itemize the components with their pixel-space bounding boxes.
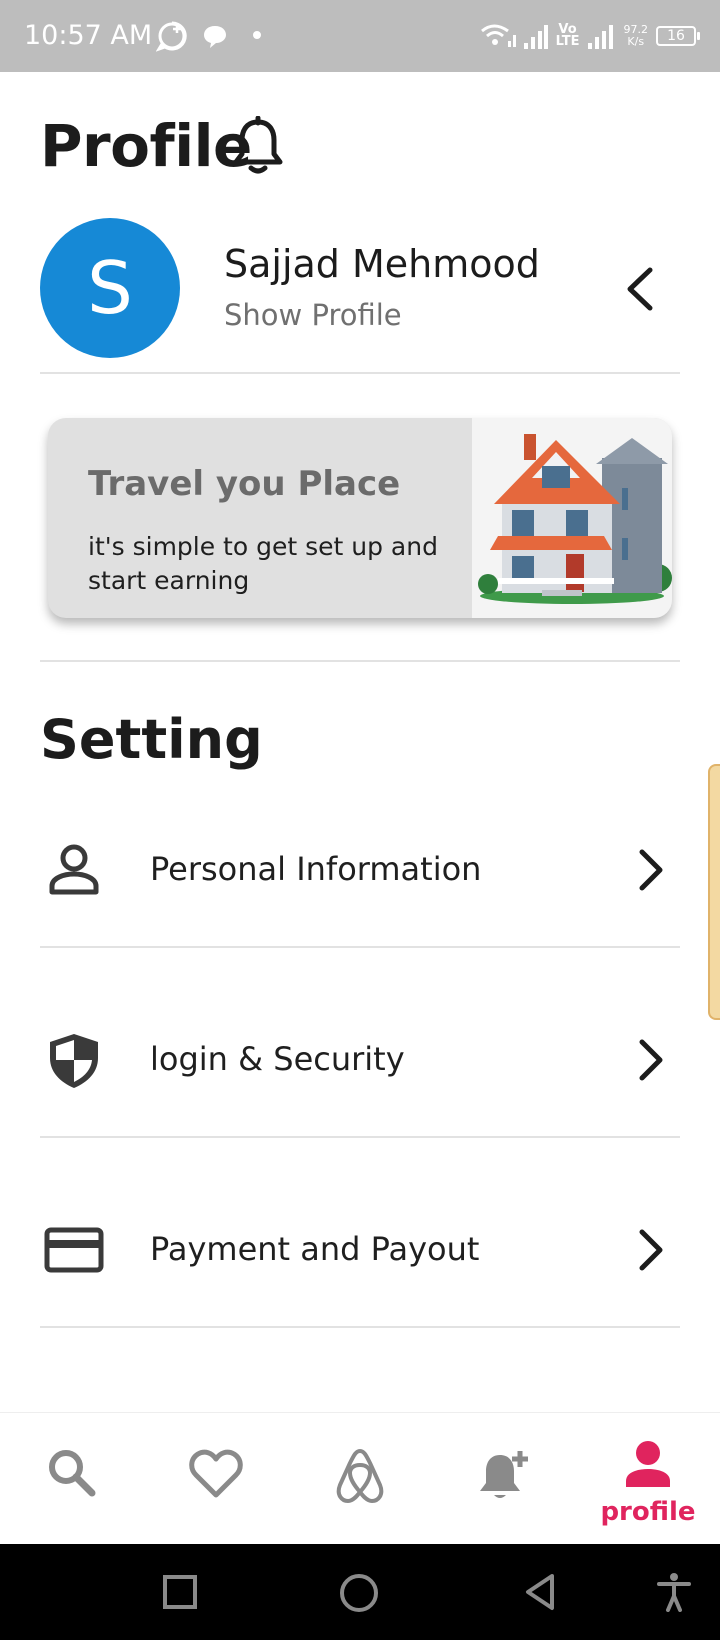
nav-notifications[interactable] bbox=[432, 1413, 576, 1545]
home-circle-icon[interactable] bbox=[338, 1572, 380, 1614]
chevron-right-icon bbox=[639, 1039, 663, 1081]
wifi-icon bbox=[480, 24, 516, 47]
dot-icon bbox=[253, 31, 261, 39]
setting-payment-payout[interactable]: Payment and Payout bbox=[40, 1200, 680, 1300]
setting-label: Payment and Payout bbox=[150, 1230, 480, 1268]
recents-square-icon[interactable] bbox=[160, 1572, 200, 1612]
nav-profile[interactable]: profile bbox=[576, 1413, 720, 1545]
nav-profile-label: profile bbox=[600, 1497, 696, 1527]
promo-title: Travel you Place bbox=[88, 464, 401, 504]
accessibility-icon[interactable] bbox=[656, 1572, 692, 1612]
divider bbox=[40, 946, 680, 948]
profile-name: Sajjad Mehmood bbox=[224, 242, 540, 286]
scrollbar-thumb[interactable] bbox=[708, 764, 720, 1020]
page-title: Profile bbox=[40, 112, 252, 180]
bell-icon[interactable] bbox=[230, 116, 286, 176]
nav-explore[interactable] bbox=[288, 1413, 432, 1545]
chat-bubble-icon bbox=[204, 26, 226, 48]
setting-label: Personal Information bbox=[150, 850, 482, 888]
nav-wishlist[interactable] bbox=[144, 1413, 288, 1545]
network-speed-unit: K/s bbox=[627, 35, 645, 48]
signal-icon bbox=[523, 25, 548, 49]
notification-add-icon bbox=[480, 1451, 528, 1498]
setting-login-security[interactable]: login & Security bbox=[40, 1010, 680, 1110]
shield-icon bbox=[50, 1034, 98, 1088]
divider bbox=[40, 1136, 680, 1138]
nav-search[interactable] bbox=[0, 1413, 144, 1545]
promo-card[interactable]: Travel you Place it's simple to get set … bbox=[48, 418, 672, 618]
whatsapp-icon bbox=[156, 21, 187, 52]
setting-label: login & Security bbox=[150, 1040, 405, 1078]
airbnb-logo-icon bbox=[336, 1449, 384, 1503]
setting-personal-information[interactable]: Personal Information bbox=[40, 820, 680, 920]
battery-indicator: 16 bbox=[656, 26, 700, 46]
promo-text: it's simple to get set up and start earn… bbox=[88, 532, 438, 595]
chevron-left-icon[interactable] bbox=[620, 264, 660, 314]
heart-icon bbox=[189, 1449, 243, 1498]
back-triangle-icon[interactable] bbox=[520, 1572, 560, 1612]
avatar[interactable]: S bbox=[40, 218, 180, 358]
profile-icon bbox=[626, 1441, 670, 1487]
status-bar: 10:57 AM Vo LTE 97.2 K/s 16 bbox=[0, 0, 720, 72]
house-image bbox=[472, 418, 672, 618]
divider bbox=[40, 372, 680, 374]
chevron-right-icon bbox=[639, 1229, 663, 1271]
volte-indicator: Vo LTE bbox=[555, 23, 580, 49]
status-time: 10:57 AM bbox=[24, 20, 153, 51]
bottom-navigation: profile bbox=[0, 1412, 720, 1544]
settings-section-title: Setting bbox=[40, 708, 263, 771]
divider bbox=[40, 660, 680, 662]
credit-card-icon bbox=[44, 1227, 104, 1273]
system-navigation-bar bbox=[0, 1544, 720, 1640]
divider bbox=[40, 1326, 680, 1328]
chevron-right-icon bbox=[639, 849, 663, 891]
search-icon bbox=[49, 1450, 96, 1497]
lte-label: LTE bbox=[555, 34, 580, 49]
signal-icon bbox=[587, 25, 613, 49]
person-icon bbox=[49, 844, 99, 895]
show-profile-link[interactable]: Show Profile bbox=[224, 298, 402, 332]
network-speed: 97.2 K/s bbox=[624, 24, 649, 48]
